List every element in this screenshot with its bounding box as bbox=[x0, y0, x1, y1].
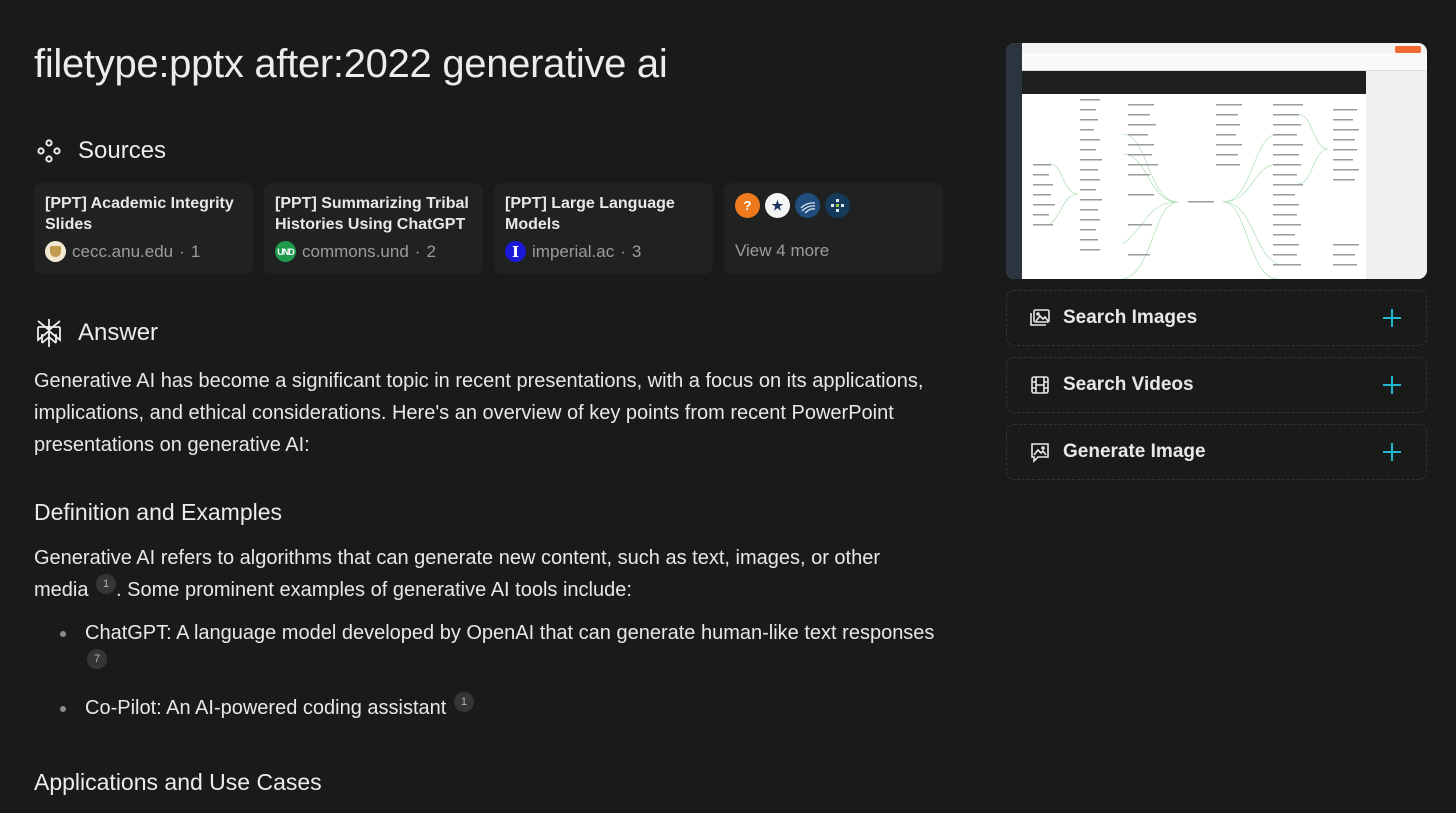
film-icon bbox=[1029, 374, 1051, 396]
plus-icon bbox=[1382, 442, 1402, 462]
preview-sidebar bbox=[1006, 43, 1022, 279]
source-meta: cecc.anu.edu · 1 bbox=[45, 241, 200, 262]
preview-image[interactable] bbox=[1006, 43, 1427, 279]
und-logo-icon: UND bbox=[275, 241, 296, 262]
globe-lines-icon bbox=[795, 193, 820, 218]
source-card[interactable]: [PPT] Academic Integrity Slides cecc.anu… bbox=[34, 183, 253, 274]
anu-shield-icon bbox=[45, 241, 66, 262]
source-meta: UND commons.und · 2 bbox=[275, 241, 436, 262]
list-item-text: ChatGPT: A language model developed by O… bbox=[85, 622, 935, 644]
separator: · bbox=[620, 241, 626, 261]
source-index: 3 bbox=[631, 241, 642, 261]
search-videos-button[interactable]: Search Videos bbox=[1006, 357, 1427, 413]
source-title: [PPT] Academic Integrity Slides bbox=[45, 195, 234, 233]
mind-map-graphic bbox=[1033, 99, 1359, 279]
view-more-label: View 4 more bbox=[735, 241, 830, 260]
answer-intro: Generative AI has become a significant t… bbox=[34, 370, 924, 456]
preview-panel bbox=[1366, 71, 1427, 279]
plus-icon bbox=[1382, 375, 1402, 395]
paragraph-text: . Some prominent examples of generative … bbox=[116, 579, 632, 601]
star-logo-icon: ★ bbox=[765, 193, 790, 218]
source-card[interactable]: [PPT] Summarizing Tribal Histories Using… bbox=[264, 183, 483, 274]
source-index: 2 bbox=[426, 241, 436, 261]
source-domain: imperial.ac bbox=[532, 241, 615, 261]
preview-topbar bbox=[1022, 43, 1427, 53]
source-meta: I imperial.ac · 3 bbox=[505, 241, 641, 262]
generate-image-label: Generate Image bbox=[1063, 441, 1206, 462]
source-domain: commons.und bbox=[302, 241, 409, 261]
citation-badge[interactable]: 1 bbox=[453, 692, 474, 712]
section-paragraph: Generative AI refers to algorithms that … bbox=[34, 542, 940, 606]
search-images-button[interactable]: Search Images bbox=[1006, 290, 1427, 346]
separator: · bbox=[179, 241, 185, 261]
sources-icon bbox=[34, 136, 64, 166]
source-title: [PPT] Large Language Models bbox=[505, 195, 675, 233]
grid-dots-icon bbox=[825, 193, 850, 218]
examples-list: ChatGPT: A language model developed by O… bbox=[34, 617, 940, 724]
answer-header: Answer bbox=[34, 318, 158, 348]
more-sources-icons: ? ★ bbox=[735, 193, 932, 218]
preview-dark-bar bbox=[1022, 71, 1366, 94]
query-title: filetype:pptx after:2022 generative ai bbox=[34, 42, 668, 86]
sources-header: Sources bbox=[34, 136, 166, 166]
citation-badge[interactable]: 7 bbox=[87, 649, 107, 669]
generate-image-icon bbox=[1029, 441, 1051, 463]
search-images-label: Search Images bbox=[1063, 307, 1198, 328]
list-item-text: Co-Pilot: An AI-powered coding assistant bbox=[85, 697, 447, 719]
sources-heading: Sources bbox=[78, 137, 167, 164]
answer-heading: Answer bbox=[78, 319, 159, 346]
source-domain: cecc.anu.edu bbox=[72, 241, 174, 261]
generate-image-button[interactable]: Generate Image bbox=[1006, 424, 1427, 480]
section-heading: Definition and Examples bbox=[34, 499, 283, 525]
source-index: 1 bbox=[190, 241, 201, 261]
search-videos-label: Search Videos bbox=[1063, 374, 1194, 395]
list-item: ChatGPT: A language model developed by O… bbox=[60, 617, 940, 681]
images-icon bbox=[1029, 307, 1051, 329]
source-title: [PPT] Summarizing Tribal Histories Using… bbox=[275, 195, 469, 233]
sources-list: [PPT] Academic Integrity Slides cecc.anu… bbox=[34, 183, 943, 274]
preview-toolbar bbox=[1022, 53, 1427, 71]
imperial-logo-icon: I bbox=[505, 241, 526, 262]
right-sidebar: Search Images Search Videos Generate Ima… bbox=[1006, 43, 1427, 480]
plus-icon bbox=[1382, 308, 1402, 328]
perplexity-logo-icon bbox=[34, 318, 64, 348]
source-card[interactable]: [PPT] Large Language Models I imperial.a… bbox=[494, 183, 713, 274]
citation-badge[interactable]: 1 bbox=[96, 574, 117, 594]
separator: · bbox=[414, 241, 421, 261]
question-bubble-icon: ? bbox=[735, 193, 760, 218]
section-heading: Applications and Use Cases bbox=[34, 769, 322, 795]
list-item: Co-Pilot: An AI-powered coding assistant… bbox=[60, 692, 940, 724]
answer-body: Generative AI has become a significant t… bbox=[34, 365, 940, 798]
view-more-sources-button[interactable]: ? ★ View 4 more bbox=[724, 183, 943, 274]
